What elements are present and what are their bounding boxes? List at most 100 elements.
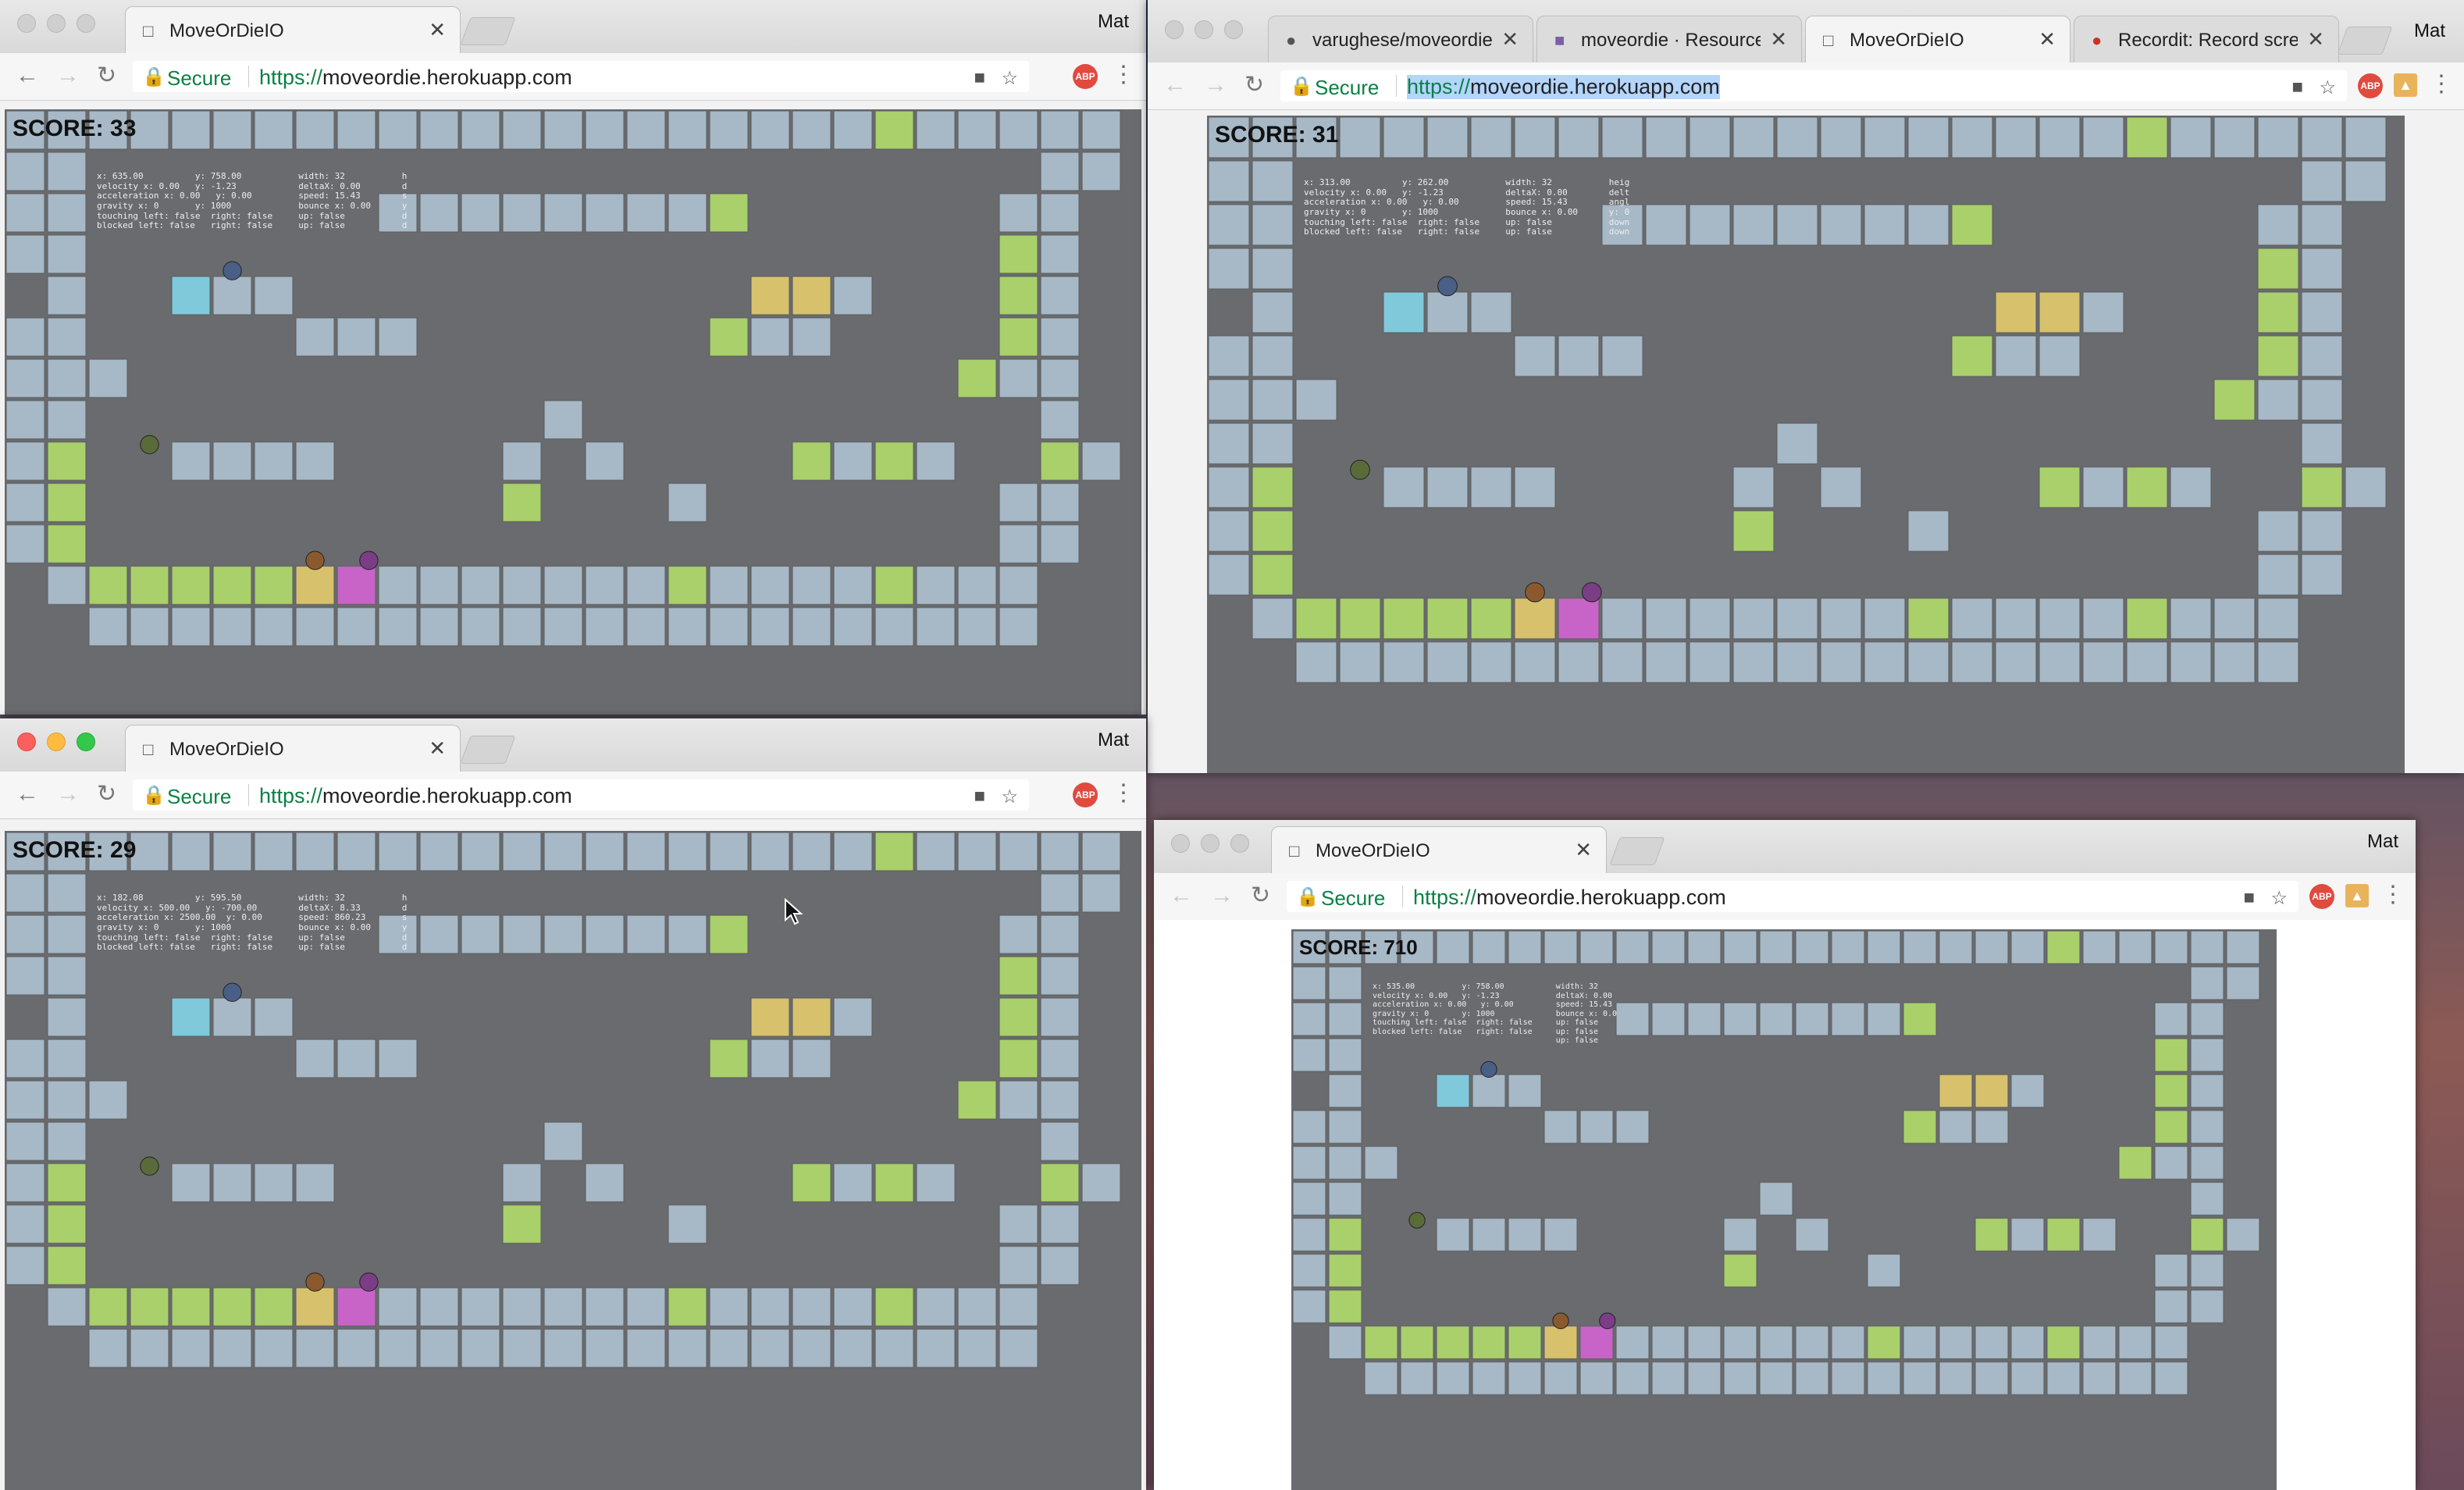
shield-icon[interactable]: ■: [2292, 77, 2304, 98]
shield-icon[interactable]: ■: [974, 786, 986, 807]
adblock-icon[interactable]: ABP: [1073, 64, 1098, 89]
star-icon[interactable]: ☆: [1001, 67, 1018, 90]
tab-title: MoveOrDieIO: [1850, 30, 1964, 51]
close-tab-icon[interactable]: ✕: [1501, 27, 1519, 52]
green-tile: [999, 997, 1038, 1037]
tab-moveordieio[interactable]: □ MoveOrDieIO ✕: [125, 6, 461, 53]
tab-github[interactable]: ● varughese/moveordie ✕: [1268, 16, 1533, 62]
close-window-button[interactable]: [17, 14, 36, 33]
profile-name[interactable]: Mat: [1098, 729, 1129, 751]
extension-icon[interactable]: ▲: [2345, 884, 2369, 907]
forward-arrow-icon[interactable]: →: [56, 62, 80, 89]
new-tab-button[interactable]: [460, 736, 516, 764]
forward-arrow-icon[interactable]: →: [56, 781, 80, 807]
game-canvas[interactable]: SCORE: 710 x: 535.00 y: 758.00 width: 32…: [1291, 929, 2277, 1490]
back-arrow-icon[interactable]: ←: [1163, 72, 1187, 98]
wall-tile: [1995, 116, 2037, 159]
profile-name[interactable]: Mat: [2414, 20, 2445, 42]
wall-tile: [1939, 930, 1973, 964]
wall-tile: [833, 110, 873, 150]
close-tab-icon[interactable]: ✕: [2307, 27, 2324, 52]
wall-tile: [1759, 930, 1793, 964]
new-tab-button[interactable]: [2337, 27, 2393, 55]
star-icon[interactable]: ☆: [2270, 887, 2288, 910]
close-window-button[interactable]: [1165, 20, 1184, 39]
tab-moveordieio[interactable]: □ MoveOrDieIO ✕: [1271, 826, 1607, 873]
tab-moveordieio[interactable]: □ MoveOrDieIO ✕: [1805, 16, 2071, 62]
close-window-button[interactable]: [17, 733, 36, 751]
minimize-window-button[interactable]: [1195, 20, 1213, 39]
wall-tile: [1295, 641, 1337, 683]
tab-heroku[interactable]: ■ moveordie · Resource ✕: [1536, 16, 1802, 62]
zoom-window-button[interactable]: [1224, 20, 1243, 39]
address-bar[interactable]: 🔒 Secure https://moveordie.herokuapp.com…: [133, 61, 1029, 92]
tab-recordit[interactable]: ● Recordit: Record scre ✕: [2074, 16, 2339, 62]
close-tab-icon[interactable]: ✕: [2038, 27, 2056, 52]
game-canvas[interactable]: SCORE: 31 x: 313.00 y: 262.00 width: 32 …: [1207, 116, 2405, 773]
window-controls[interactable]: [17, 14, 106, 37]
extension-icon[interactable]: ▲: [2394, 73, 2417, 97]
wall-tile: [916, 1287, 956, 1327]
address-bar[interactable]: 🔒 Secure https://moveordie.herokuapp.com…: [133, 779, 1029, 811]
menu-icon[interactable]: ⋮: [2381, 881, 2405, 908]
wall-tile: [999, 110, 1038, 150]
back-arrow-icon[interactable]: ←: [16, 781, 39, 807]
window-controls[interactable]: [17, 733, 106, 755]
game-canvas[interactable]: SCORE: 29 x: 182.08 y: 595.50 width: 32 …: [5, 831, 1141, 1490]
tab-moveordieio[interactable]: □ MoveOrDieIO ✕: [125, 725, 461, 772]
close-tab-icon[interactable]: ✕: [429, 736, 446, 761]
star-icon[interactable]: ☆: [2319, 77, 2336, 99]
reload-icon[interactable]: ↻: [1244, 72, 1264, 98]
close-tab-icon[interactable]: ✕: [1575, 838, 1592, 862]
url-text[interactable]: https://moveordie.herokuapp.com: [1407, 75, 1720, 99]
window-controls[interactable]: [1171, 834, 1260, 857]
minimize-window-button[interactable]: [47, 14, 66, 33]
shield-icon[interactable]: ■: [2244, 887, 2256, 909]
menu-icon[interactable]: ⋮: [1112, 61, 1135, 88]
wall-tile: [1040, 110, 1080, 150]
green-tile: [47, 1163, 87, 1203]
zoom-window-button[interactable]: [77, 733, 95, 751]
url-text[interactable]: https://moveordie.herokuapp.com: [259, 784, 572, 808]
green-tile: [212, 565, 252, 605]
minimize-window-button[interactable]: [47, 733, 66, 751]
shield-icon[interactable]: ■: [974, 67, 986, 89]
window-controls[interactable]: [1165, 20, 1254, 43]
adblock-icon[interactable]: ABP: [2358, 73, 2383, 98]
back-arrow-icon[interactable]: ←: [16, 62, 39, 89]
back-arrow-icon[interactable]: ←: [1170, 882, 1193, 909]
zoom-window-button[interactable]: [1230, 834, 1249, 853]
star-icon[interactable]: ☆: [1001, 786, 1018, 808]
menu-icon[interactable]: ⋮: [2430, 70, 2453, 98]
close-window-button[interactable]: [1171, 834, 1190, 853]
url-text[interactable]: https://moveordie.herokuapp.com: [1413, 886, 1726, 910]
adblock-icon[interactable]: ABP: [2309, 884, 2334, 909]
wall-tile: [336, 317, 376, 357]
address-bar[interactable]: 🔒 Secure https://moveordie.herokuapp.com…: [1280, 70, 2347, 102]
wall-tile: [1651, 930, 1686, 964]
adblock-icon[interactable]: ABP: [1073, 782, 1098, 807]
zoom-window-button[interactable]: [77, 14, 95, 33]
reload-icon[interactable]: ↻: [97, 781, 116, 807]
close-tab-icon[interactable]: ✕: [1770, 27, 1787, 52]
game-canvas[interactable]: SCORE: 33 x: 635.00 y: 758.00 width: 32 …: [5, 109, 1141, 715]
profile-name[interactable]: Mat: [2367, 831, 2398, 853]
new-tab-button[interactable]: [1609, 837, 1665, 865]
minimize-window-button[interactable]: [1201, 834, 1220, 853]
new-tab-button[interactable]: [460, 17, 516, 45]
address-bar[interactable]: 🔒 Secure https://moveordie.herokuapp.com…: [1287, 881, 2298, 912]
green-tile: [1252, 466, 1294, 508]
wall-tile: [999, 1080, 1038, 1120]
green-tile: [999, 1039, 1038, 1078]
green-tile: [130, 565, 169, 605]
profile-name[interactable]: Mat: [1098, 11, 1129, 33]
menu-icon[interactable]: ⋮: [1112, 779, 1135, 807]
close-tab-icon[interactable]: ✕: [429, 18, 446, 42]
reload-icon[interactable]: ↻: [1251, 882, 1270, 909]
forward-arrow-icon[interactable]: →: [1204, 72, 1227, 98]
forward-arrow-icon[interactable]: →: [1210, 882, 1234, 909]
green-tile: [1328, 1289, 1362, 1324]
url-text[interactable]: https://moveordie.herokuapp.com: [259, 66, 572, 90]
wall-tile: [1544, 1217, 1578, 1252]
reload-icon[interactable]: ↻: [97, 62, 116, 89]
